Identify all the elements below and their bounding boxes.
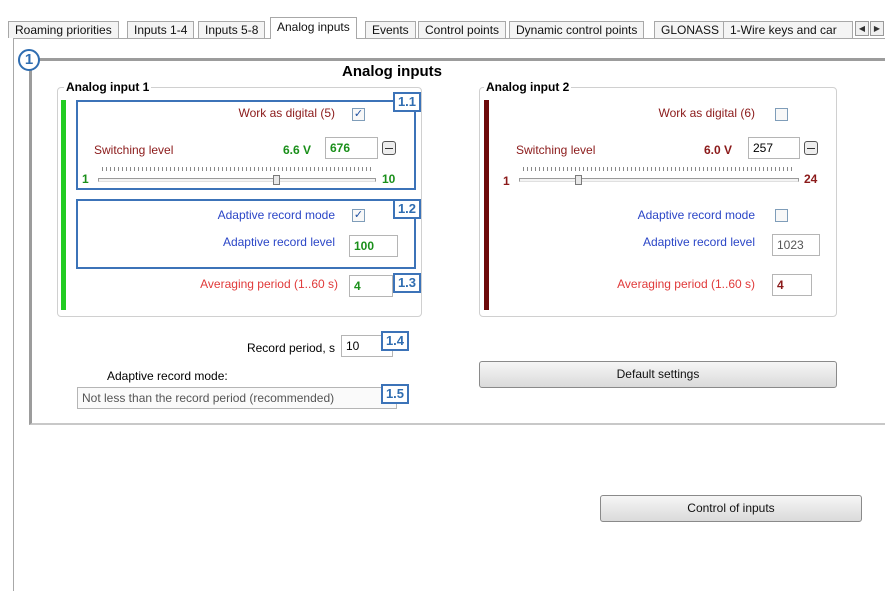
tab-glonass[interactable]: GLONASS <box>654 21 727 38</box>
badge-1-1: 1.1 <box>393 92 421 112</box>
analog-input-2-title: Analog input 2 <box>484 80 572 94</box>
record-period-label: Record period, s <box>246 341 335 355</box>
adaptive-record-mode-label: Adaptive record mode <box>637 208 755 222</box>
tab-scroll-right-icon[interactable]: ▶ <box>870 21 884 36</box>
averaging-period-label: Averaging period (1..60 s) <box>200 277 338 291</box>
tab-strip: Roaming priorities Inputs 1-4 Inputs 5-8… <box>8 17 885 39</box>
badge-1-3: 1.3 <box>393 273 421 293</box>
adaptive-record-mode-label: Adaptive record mode <box>217 208 335 222</box>
badge-1-5: 1.5 <box>381 384 409 404</box>
switching-level-field[interactable]: 257 <box>748 137 800 159</box>
slider-min-label: 1 <box>82 172 89 186</box>
section-number-badge: 1 <box>18 49 40 71</box>
switching-level-slider[interactable] <box>519 178 799 182</box>
analog-input-1-level-bar <box>61 100 66 310</box>
switching-level-label: Switching level <box>516 143 596 157</box>
badge-1-2: 1.2 <box>393 199 421 219</box>
tab-events[interactable]: Events <box>365 21 416 38</box>
switching-level-label: Switching level <box>94 143 174 157</box>
tab-roaming-priorities[interactable]: Roaming priorities <box>8 21 119 38</box>
slider-max-label: 24 <box>804 172 818 186</box>
work-as-digital-5-checkbox[interactable]: ✓ <box>352 108 365 121</box>
adaptive-record-level-label: Adaptive record level <box>642 235 755 249</box>
tab-scroll-left-icon[interactable]: ◀ <box>855 21 869 36</box>
switching-level-stepper[interactable] <box>382 141 396 155</box>
adaptive-record-level-field[interactable]: 100 <box>349 235 398 257</box>
switching-voltage-readout: 6.0 V <box>704 143 733 157</box>
work-as-digital-6-checkbox[interactable] <box>775 108 788 121</box>
tab-control-points[interactable]: Control points <box>418 21 507 38</box>
panel-title: Analog inputs <box>342 63 442 80</box>
slider-thumb[interactable] <box>575 175 582 185</box>
tab-dynamic-control-points[interactable]: Dynamic control points <box>509 21 645 38</box>
switching-level-field[interactable]: 676 <box>325 137 378 159</box>
averaging-period-field[interactable]: 4 <box>772 274 812 296</box>
analog-input-1-title: Analog input 1 <box>64 80 152 94</box>
work-as-digital-5-label: Work as digital (5) <box>238 106 335 120</box>
control-of-inputs-button[interactable]: Control of inputs <box>600 495 862 522</box>
tab-analog-inputs[interactable]: Analog inputs <box>270 17 357 39</box>
default-settings-button[interactable]: Default settings <box>479 361 837 388</box>
slider-ticks <box>102 167 372 171</box>
adaptive-record-level-label: Adaptive record level <box>222 235 335 249</box>
switching-level-slider[interactable] <box>98 178 376 182</box>
switching-voltage-readout: 6.6 V <box>283 143 312 157</box>
work-as-digital-6-label: Work as digital (6) <box>658 106 755 120</box>
tab-1-wire-keys[interactable]: 1-Wire keys and car <box>723 21 853 38</box>
slider-thumb[interactable] <box>273 175 280 185</box>
adaptive-record-mode-checkbox[interactable]: ✓ <box>352 209 365 222</box>
slider-min-label: 1 <box>503 174 510 188</box>
adaptive-record-mode-select[interactable]: Not less than the record period (recomme… <box>77 387 397 409</box>
badge-1-4: 1.4 <box>381 331 409 351</box>
switching-level-stepper[interactable] <box>804 141 818 155</box>
averaging-period-label: Averaging period (1..60 s) <box>617 277 755 291</box>
slider-max-label: 10 <box>382 172 396 186</box>
tab-inputs-5-8[interactable]: Inputs 5-8 <box>198 21 266 38</box>
tab-inputs-1-4[interactable]: Inputs 1-4 <box>127 21 195 38</box>
adaptive-record-level-field[interactable]: 1023 <box>772 234 820 256</box>
averaging-period-field[interactable]: 4 <box>349 275 393 297</box>
analog-input-2-level-bar <box>484 100 489 310</box>
adaptive-record-mode-checkbox[interactable] <box>775 209 788 222</box>
adaptive-record-mode-select-label: Adaptive record mode: <box>107 369 228 383</box>
slider-ticks <box>523 167 795 171</box>
